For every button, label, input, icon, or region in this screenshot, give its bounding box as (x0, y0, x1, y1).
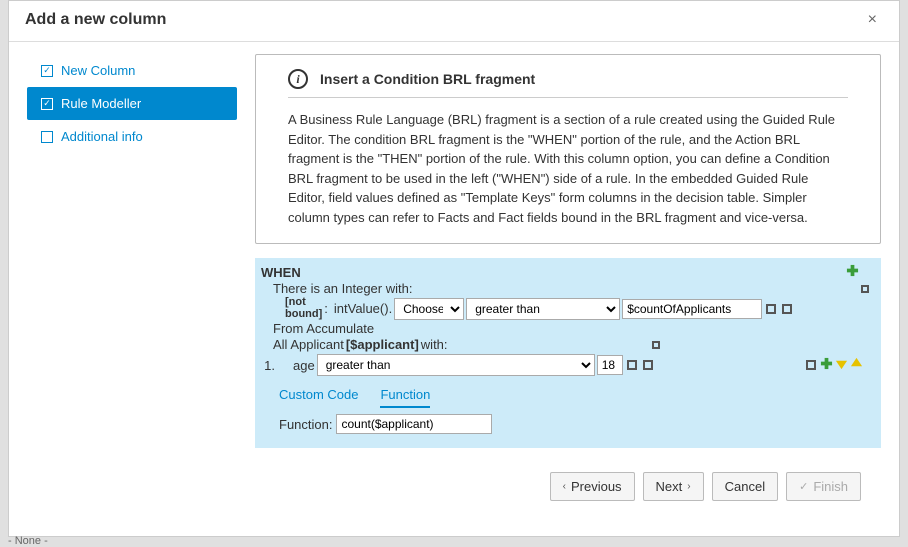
cancel-button[interactable]: Cancel (712, 472, 778, 501)
modal-backdrop: Add a new column × ✓ New Column ✓ Rule M… (0, 0, 908, 547)
editor-body: There is an Integer with: [notbound] : i… (255, 281, 873, 434)
wizard-step-rule-modeller[interactable]: ✓ Rule Modeller (27, 87, 237, 120)
modal-body: ✓ New Column ✓ Rule Modeller Additional … (9, 42, 899, 536)
button-label: Finish (813, 479, 848, 494)
wizard-step-label: Additional info (61, 129, 143, 144)
when-row: WHEN (255, 264, 873, 280)
rule-editor: WHEN There is an Integer with: (255, 258, 881, 448)
line-intvalue: [notbound] : intValue(). Choose. greater… (285, 297, 873, 320)
move-down-icon[interactable] (835, 357, 848, 373)
intvalue-label[interactable]: intValue(). (334, 301, 392, 316)
function-label: Function: (279, 417, 332, 432)
add-condition-icon[interactable] (846, 264, 859, 280)
add-row-icon[interactable] (820, 357, 833, 373)
row-age: 1. age greater than (261, 353, 873, 377)
function-row: Function: (279, 414, 873, 434)
operator-select[interactable]: greater than (466, 298, 620, 320)
background-strip: - None - (8, 535, 48, 547)
wizard-nav: ✓ New Column ✓ Rule Modeller Additional … (27, 54, 237, 524)
choose-select[interactable]: Choose. (394, 298, 464, 320)
wizard-step-label: New Column (61, 63, 135, 78)
colon: : (324, 301, 328, 316)
edit-icon[interactable] (627, 360, 637, 370)
applicant-binding[interactable]: [$applicant] (346, 337, 419, 352)
age-value-input[interactable] (597, 355, 623, 375)
line-integer: There is an Integer with: (273, 281, 873, 296)
divider (288, 97, 848, 98)
chevron-left-icon: ‹ (563, 481, 566, 492)
line-from-accumulate: From Accumulate (273, 321, 873, 336)
row-number: 1. (261, 358, 275, 373)
button-label: Cancel (725, 479, 765, 494)
age-operator-select[interactable]: greater than (317, 354, 595, 376)
finish-button[interactable]: ✓ Finish (786, 472, 861, 501)
move-up-icon[interactable] (850, 357, 863, 373)
info-header: i Insert a Condition BRL fragment (288, 69, 848, 89)
info-title: Insert a Condition BRL fragment (320, 71, 535, 87)
collapse-icon[interactable] (861, 285, 869, 293)
edit-icon[interactable] (766, 304, 776, 314)
when-label: WHEN (261, 265, 301, 280)
check-icon: ✓ (41, 65, 53, 77)
modal-footer: ‹ Previous Next › Cancel ✓ Finish (255, 462, 881, 515)
tab-function[interactable]: Function (380, 383, 430, 408)
collapse-icon[interactable] (652, 341, 660, 349)
check-icon: ✓ (41, 98, 53, 110)
wizard-content: i Insert a Condition BRL fragment A Busi… (255, 54, 881, 524)
next-button[interactable]: Next › (643, 472, 704, 501)
text-integer: There is an Integer with: (273, 281, 412, 296)
line-all-applicant: All Applicant [$applicant] with: (273, 337, 873, 352)
edit-icon[interactable] (643, 360, 653, 370)
accumulate-tabs: Custom Code Function (279, 383, 873, 408)
chevron-right-icon: › (687, 481, 690, 492)
age-label[interactable]: age (293, 358, 315, 373)
all-applicant-post: with: (421, 337, 448, 352)
edit-icon[interactable] (782, 304, 792, 314)
wizard-step-new-column[interactable]: ✓ New Column (27, 54, 237, 87)
button-label: Previous (571, 479, 622, 494)
modal-title: Add a new column (25, 11, 166, 29)
check-icon: ✓ (799, 480, 808, 493)
edit-icon[interactable] (806, 360, 816, 370)
all-applicant-pre: All Applicant (273, 337, 344, 352)
wizard-step-additional-info[interactable]: Additional info (27, 120, 237, 153)
previous-button[interactable]: ‹ Previous (550, 472, 635, 501)
info-icon: i (288, 69, 308, 89)
button-label: Next (656, 479, 683, 494)
modal-dialog: Add a new column × ✓ New Column ✓ Rule M… (8, 0, 900, 537)
modal-header: Add a new column × (9, 1, 899, 42)
tab-custom-code[interactable]: Custom Code (279, 383, 358, 408)
count-input[interactable] (622, 299, 762, 319)
info-panel: i Insert a Condition BRL fragment A Busi… (255, 54, 881, 244)
wizard-step-label: Rule Modeller (61, 96, 141, 111)
function-input[interactable] (336, 414, 492, 434)
not-bound-label[interactable]: [notbound] (285, 297, 322, 320)
info-text: A Business Rule Language (BRL) fragment … (288, 110, 848, 227)
from-accum-label: From Accumulate (273, 321, 374, 336)
close-button[interactable]: × (862, 9, 883, 31)
unchecked-icon (41, 131, 53, 143)
